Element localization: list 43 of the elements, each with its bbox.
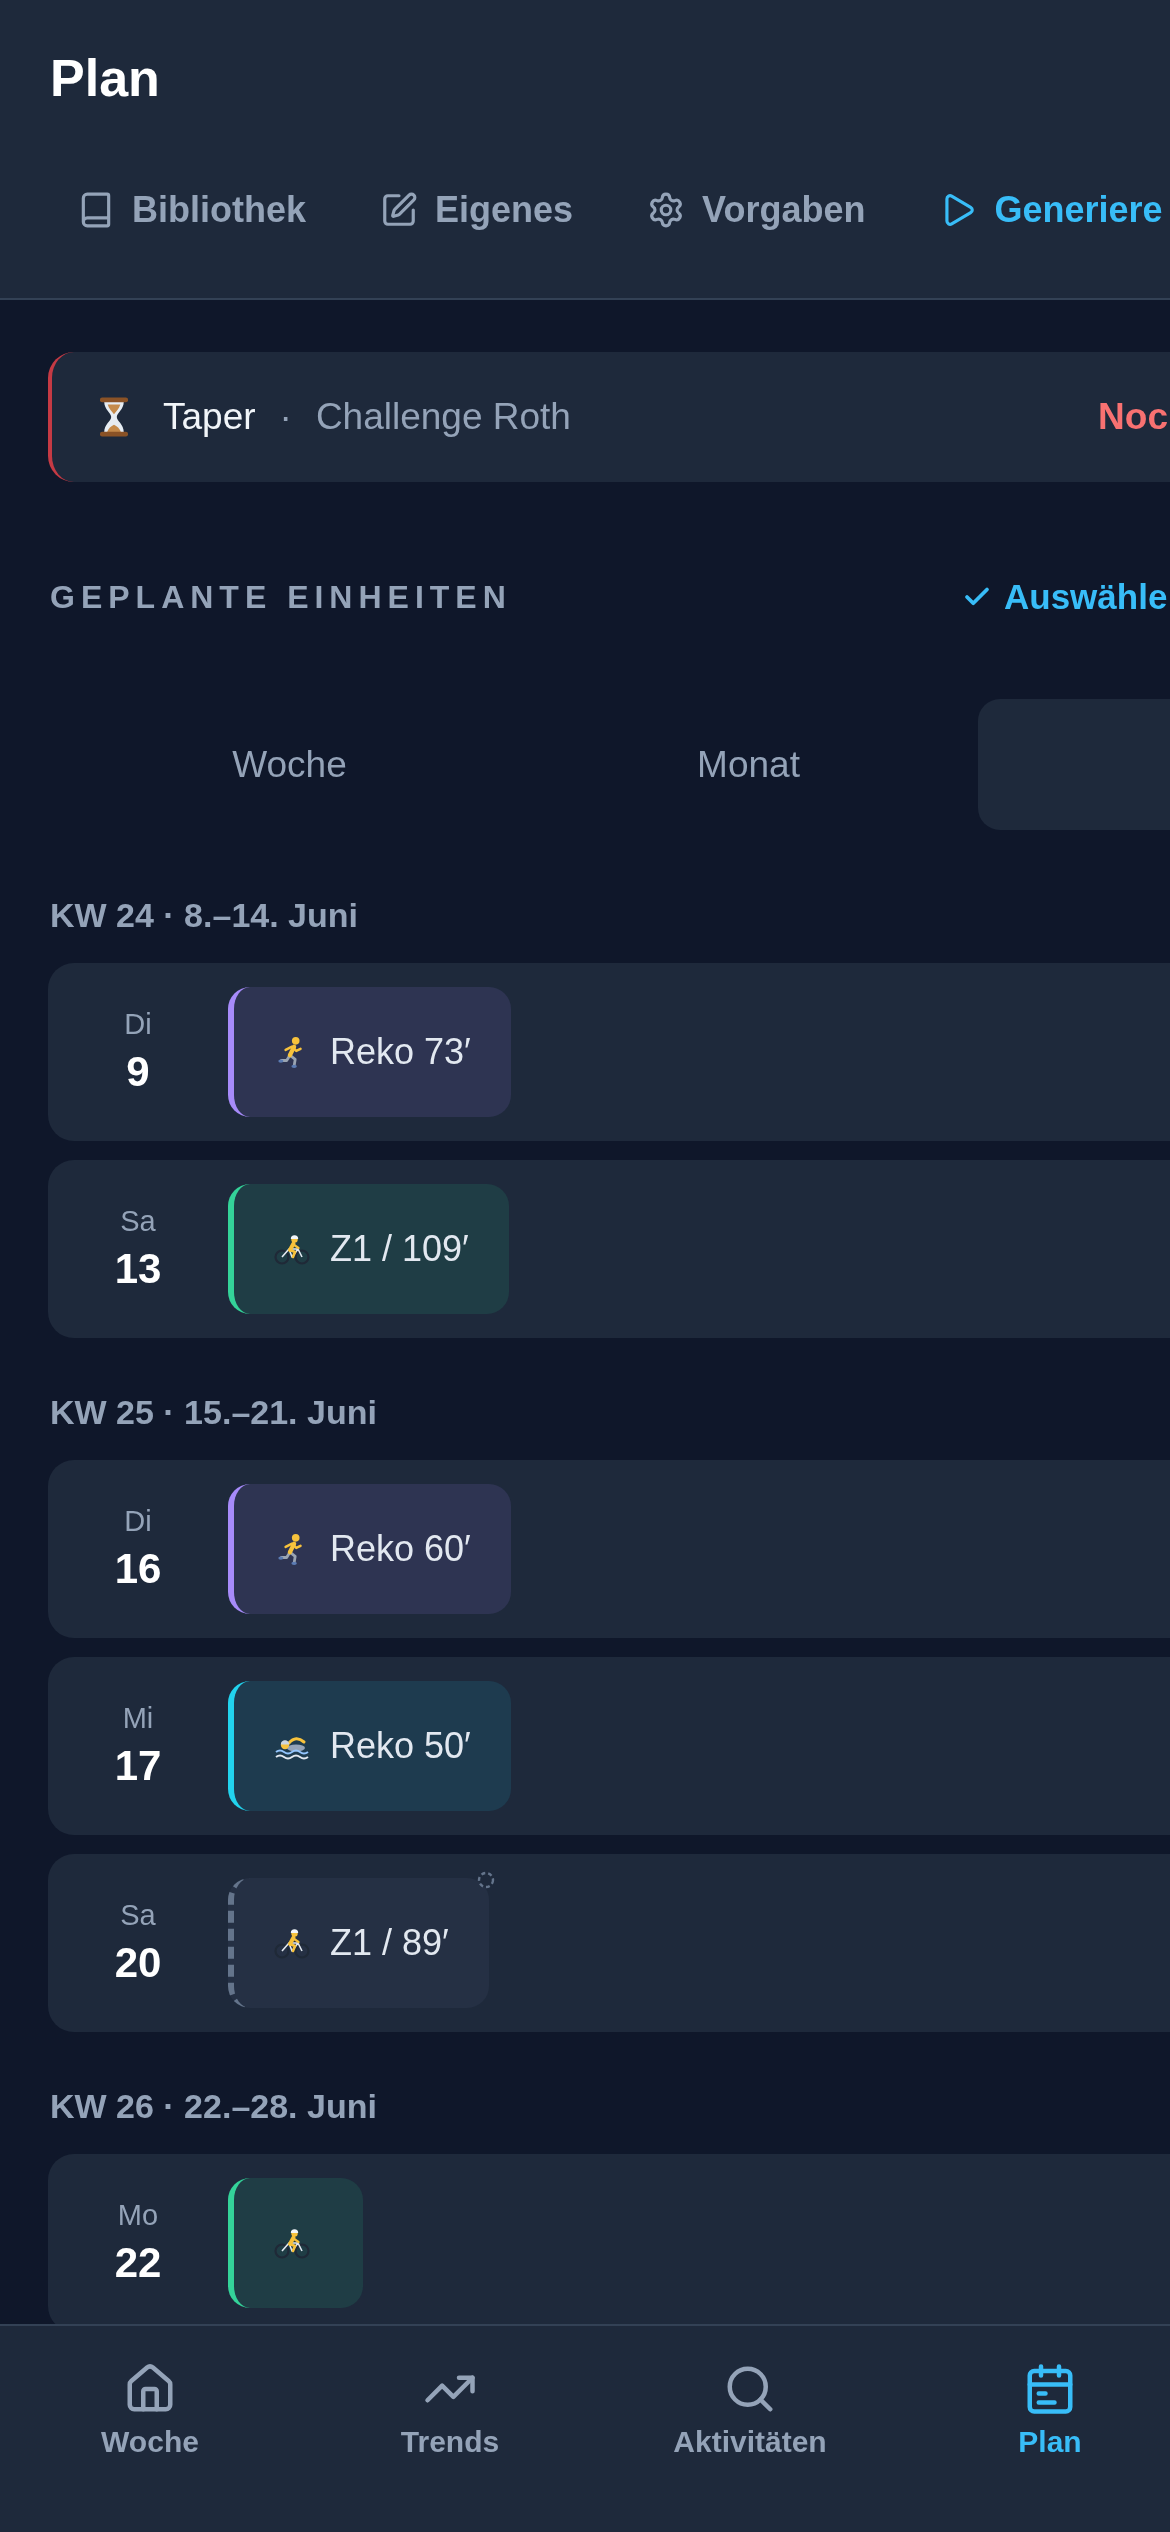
- day-number: 20: [114, 1938, 162, 1988]
- week-heading: KW 25 · 15.–21. Juni: [50, 1392, 377, 1433]
- page-title: Plan: [50, 48, 160, 108]
- week-heading: KW 24 · 8.–14. Juni: [50, 895, 358, 936]
- tab[interactable]: Vorgaben: [620, 170, 893, 250]
- race-name: Challenge Roth: [315, 396, 571, 438]
- cyclist-icon: [274, 1926, 310, 1960]
- dashed-circle-icon: [476, 1871, 495, 1889]
- cyclist-icon: [274, 1232, 310, 1266]
- phase-label: Taper: [163, 396, 256, 438]
- session-chip[interactable]: Reko 73′: [228, 987, 511, 1117]
- day-number: 13: [114, 1244, 162, 1294]
- section-title: GEPLANTE EINHEITEN: [50, 578, 512, 616]
- week-heading: KW 26 · 22.–28. Juni: [50, 2086, 377, 2127]
- cyclist-icon: [274, 2226, 310, 2260]
- weekday-label: Di: [124, 1007, 152, 1041]
- nav-item[interactable]: Plan: [1018, 2326, 1082, 2460]
- day-number: 17: [114, 1741, 162, 1791]
- nav-item[interactable]: Woche: [101, 2326, 199, 2460]
- day-number: 16: [114, 1544, 162, 1594]
- day-number: 22: [114, 2238, 162, 2288]
- separator: ·: [279, 396, 292, 438]
- session-chip[interactable]: Reko 60′: [228, 1484, 511, 1614]
- session-chip[interactable]: Z1 / 109′: [228, 1184, 509, 1314]
- weekday-label: Mi: [122, 1701, 154, 1735]
- view-tab[interactable]: Monat: [519, 699, 978, 830]
- day-number: 9: [126, 1047, 150, 1097]
- session-chip[interactable]: Z1 / 89′: [228, 1878, 489, 2008]
- countdown-text: Noc: [1098, 396, 1168, 438]
- weekday-label: Sa: [120, 1898, 156, 1932]
- tab[interactable]: Generiere: [912, 170, 1170, 250]
- edit-icon: [380, 191, 418, 229]
- weekday-label: Mo: [117, 2198, 159, 2232]
- session-chip[interactable]: [228, 2178, 363, 2308]
- view-tab[interactable]: Woche: [60, 699, 519, 830]
- weekday-label: Di: [124, 1504, 152, 1538]
- select-button[interactable]: Auswähle: [962, 577, 1170, 617]
- tab[interactable]: Eigenes: [353, 170, 601, 250]
- tab[interactable]: Bibliothek: [50, 170, 333, 250]
- nav-item[interactable]: Aktivitäten: [673, 2326, 827, 2460]
- nav-item[interactable]: Trends: [400, 2326, 500, 2460]
- weekday-label: Sa: [120, 1204, 156, 1238]
- session-chip[interactable]: Reko 50′: [228, 1681, 511, 1811]
